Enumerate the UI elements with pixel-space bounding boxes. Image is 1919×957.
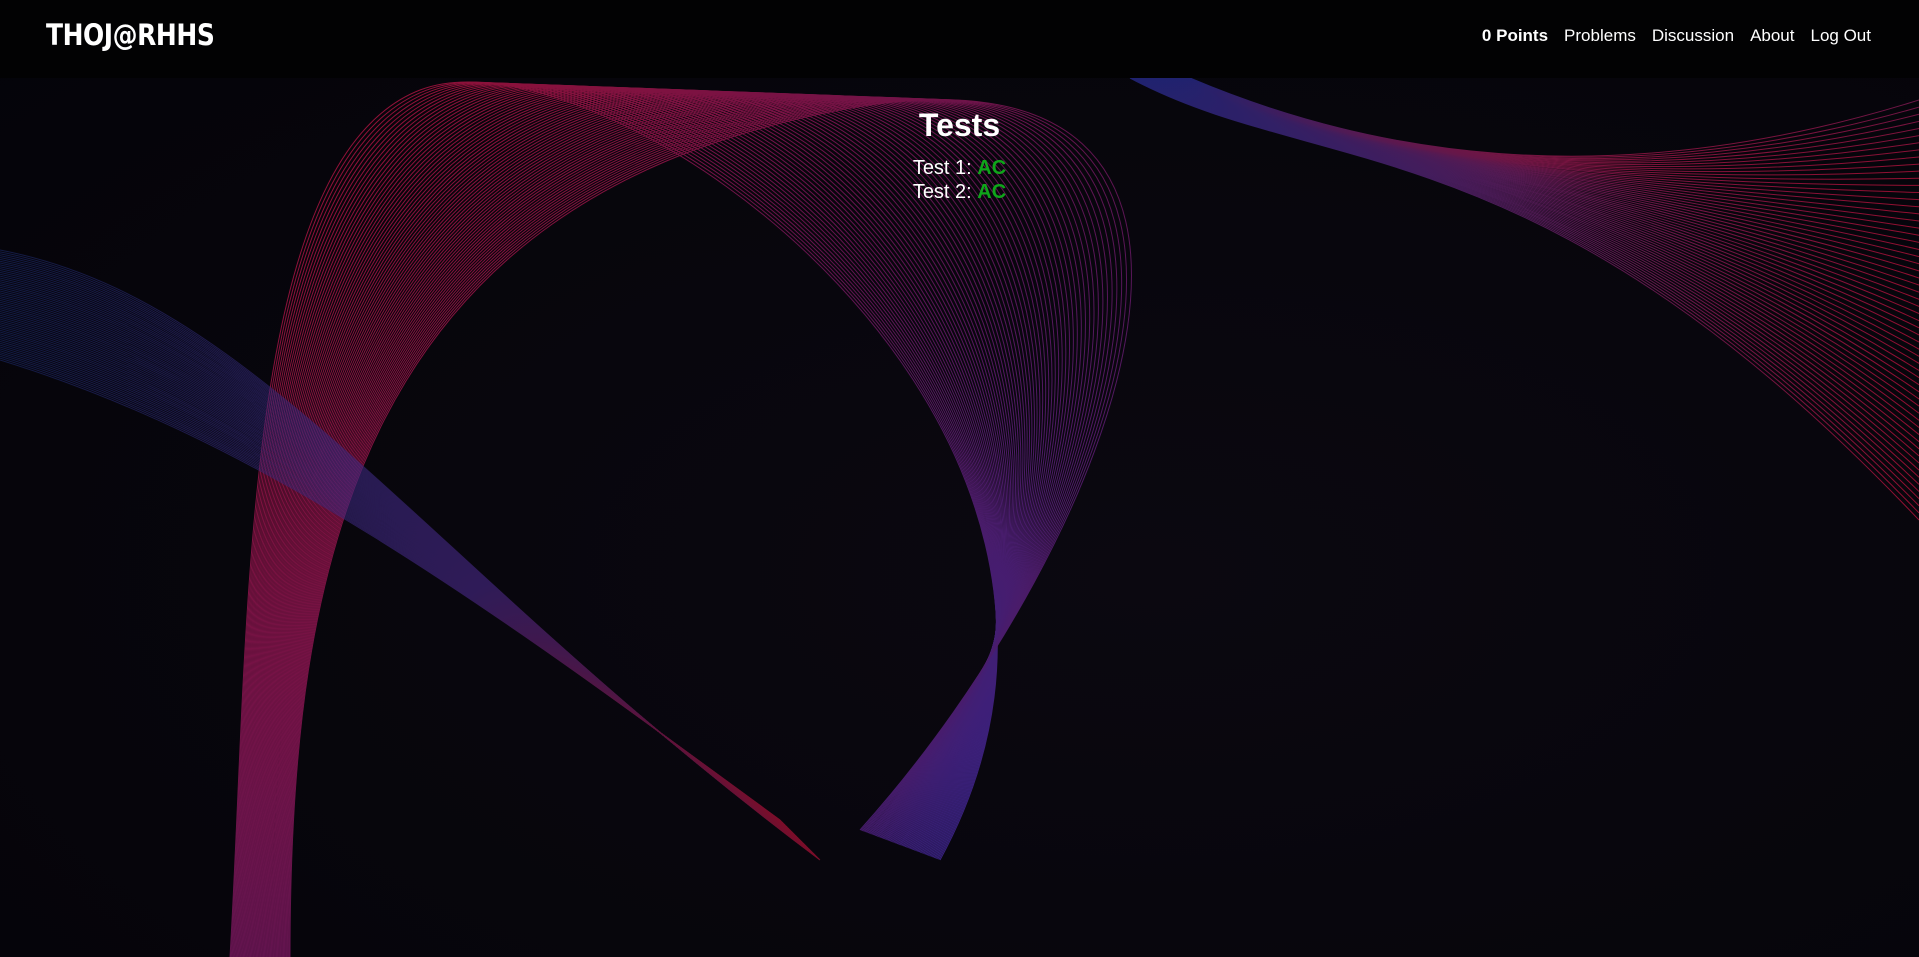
- wave-line: [0, 325, 793, 833]
- wave-line: [0, 329, 792, 832]
- wave-line: [0, 335, 790, 830]
- page: THOJ@RHHS 0 Points Problems Discussion A…: [0, 0, 1919, 957]
- page-title: Tests: [918, 107, 1001, 143]
- wave-line: [0, 350, 784, 824]
- wave-line: [0, 340, 788, 828]
- wave-line: [0, 307, 800, 840]
- wave-line: [0, 327, 792, 832]
- nav-links: 0 Points Problems Discussion About Log O…: [1482, 26, 1871, 46]
- wave-line: [0, 337, 789, 829]
- nav-points[interactable]: 0 Points: [1482, 26, 1548, 46]
- wave-line: [0, 342, 787, 827]
- wave-line: [0, 346, 786, 826]
- wave-line: [0, 352, 784, 824]
- wave-line: [0, 348, 785, 825]
- brand-logo[interactable]: THOJ@RHHS: [46, 18, 215, 52]
- wave-line: [0, 292, 805, 845]
- nav-problems[interactable]: Problems: [1564, 26, 1636, 46]
- top-navbar: THOJ@RHHS 0 Points Problems Discussion A…: [0, 0, 1919, 78]
- nav-logout[interactable]: Log Out: [1811, 26, 1872, 46]
- test-verdict: AC: [977, 181, 1007, 203]
- test-label: Test 2:: [912, 181, 972, 203]
- wave-line: [0, 339, 788, 828]
- wave-line: [0, 353, 783, 823]
- test-verdict: AC: [977, 157, 1007, 179]
- test-result-row: Test 2: AC: [0, 180, 1919, 204]
- wave-line: [0, 344, 786, 826]
- wave-line: [0, 273, 812, 852]
- wave-line: [0, 271, 813, 853]
- test-result-row: Test 1: AC: [0, 156, 1919, 180]
- wave-line: [0, 331, 791, 831]
- wave-line: [0, 357, 781, 822]
- main-content: Tests Test 1: AC Test 2: AC: [0, 78, 1919, 204]
- wave-line: [0, 333, 790, 830]
- test-label: Test 1:: [912, 157, 972, 179]
- wave-line: [0, 355, 782, 822]
- test-results-list: Test 1: AC Test 2: AC: [0, 156, 1919, 204]
- wave-line: [0, 359, 781, 821]
- nav-about[interactable]: About: [1750, 26, 1794, 46]
- wave-line: [0, 299, 802, 843]
- nav-discussion[interactable]: Discussion: [1652, 26, 1734, 46]
